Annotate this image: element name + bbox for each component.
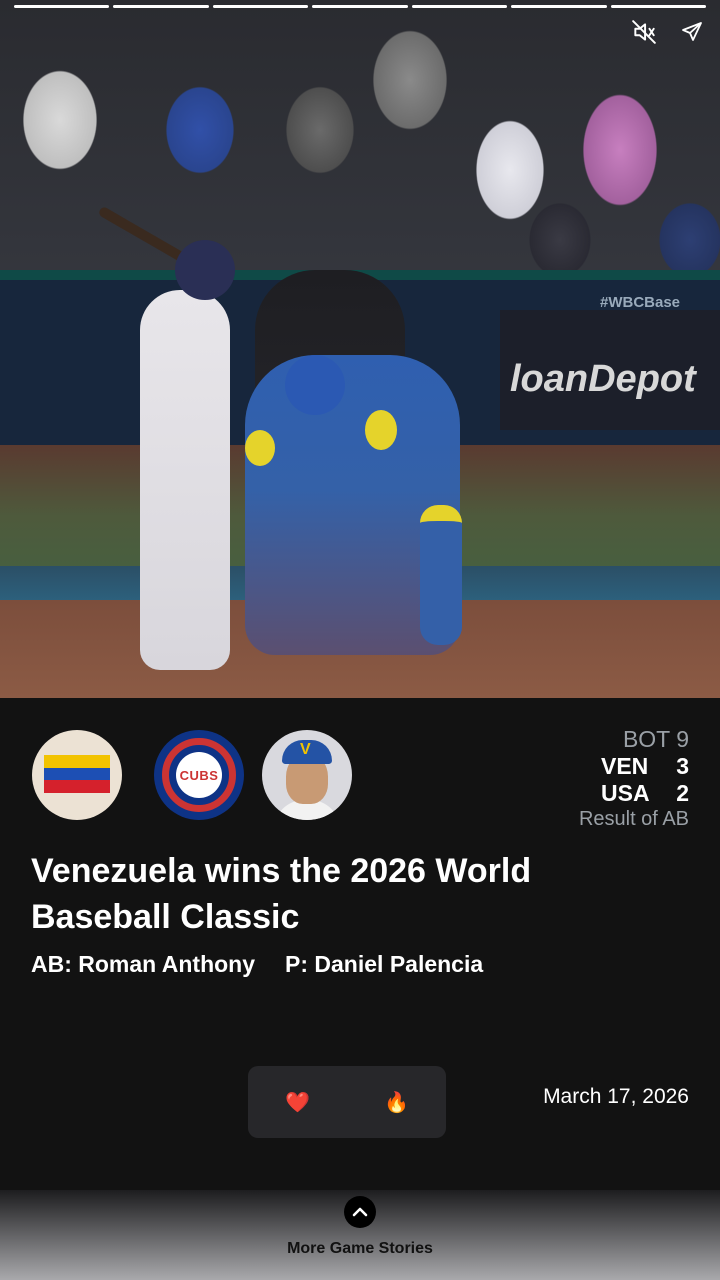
crowd-background	[0, 0, 720, 270]
story-video[interactable]: #WBCBase loanDepot	[0, 0, 720, 698]
player-avatar[interactable]: V	[262, 730, 352, 820]
story-progress-segment	[411, 5, 508, 8]
story-progress-segment	[212, 5, 309, 8]
inning-label: BOT 9	[622, 726, 689, 752]
story-progress-segment	[312, 5, 408, 8]
result-label: Result of AB	[578, 808, 689, 830]
story-progress-segment	[511, 5, 607, 8]
share-icon[interactable]	[676, 16, 708, 48]
catcher-shoulder-pad	[245, 430, 275, 466]
pitcher-name: P: Daniel Palencia	[285, 951, 484, 977]
score-row: VEN 3	[469, 753, 689, 780]
story-date: March 17, 2026	[543, 1085, 689, 1108]
story-headline: Venezuela wins the 2026 World Baseball C…	[31, 852, 532, 936]
cubs-logo-text: CUBS	[179, 767, 219, 783]
heart-icon[interactable]: ❤️	[278, 1082, 318, 1122]
wall-hashtag: #WBCBase	[600, 294, 681, 311]
cubs-logo-ring: CUBS	[162, 738, 236, 812]
flag-icon	[44, 755, 110, 793]
fire-icon[interactable]: 🔥	[377, 1082, 417, 1122]
cubs-logo[interactable]: CUBS	[154, 730, 244, 820]
reaction-bar: ❤️ 🔥	[248, 1066, 446, 1138]
batter-helmet	[175, 240, 235, 300]
story-progress-segment	[14, 5, 110, 8]
team-runs: 2	[676, 780, 689, 806]
scoreboard: BOT 9 VEN 3 USA 2 Result of AB	[469, 726, 689, 831]
story-progress-segment	[610, 5, 706, 8]
batter-figure	[140, 290, 230, 670]
team-runs: 3	[676, 753, 689, 779]
score-row: USA 2	[469, 780, 689, 807]
team-abbr: USA	[601, 780, 650, 806]
speaker-muted-icon[interactable]	[628, 16, 660, 48]
batter-name: AB: Roman Anthony	[31, 951, 256, 977]
catcher-shin-guard	[420, 505, 462, 645]
story-progress-segment	[113, 5, 209, 8]
team-abbr: VEN	[601, 753, 649, 779]
story-progress-bar	[14, 5, 706, 8]
more-game-stories-button[interactable]: More Game Stories	[0, 1240, 720, 1258]
catcher-shoulder-pad	[365, 410, 397, 450]
catcher-helmet	[285, 355, 345, 415]
chevron-up-icon[interactable]	[344, 1196, 376, 1228]
wall-advertisement: loanDepot	[500, 310, 720, 430]
venezuela-flag-logo[interactable]	[32, 730, 122, 820]
matchup: AB: Roman Anthony P: Daniel Palencia	[31, 951, 483, 978]
cap-letter: V	[300, 741, 311, 758]
